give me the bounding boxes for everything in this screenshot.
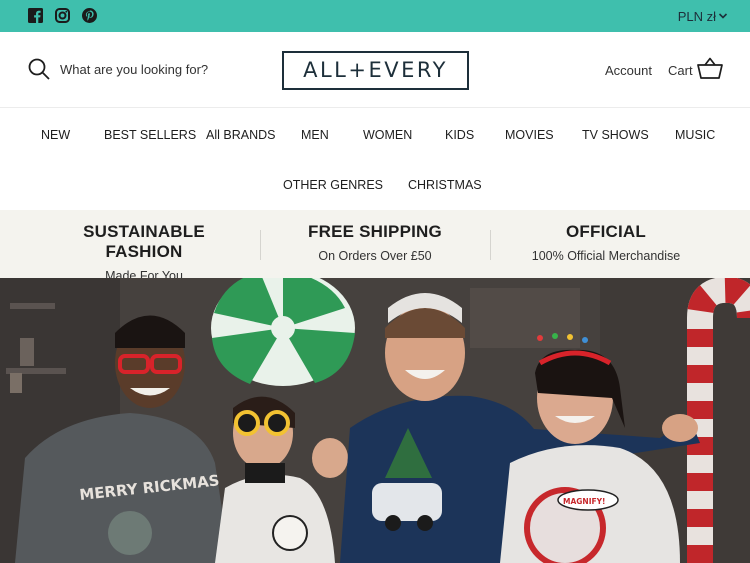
site-header: ALL+EVERY Account Cart	[0, 32, 750, 108]
nav-item-new[interactable]: NEW	[41, 128, 70, 142]
account-link[interactable]: Account	[605, 63, 652, 78]
instagram-icon[interactable]	[55, 8, 70, 23]
divider	[260, 230, 261, 260]
facebook-icon[interactable]	[28, 8, 43, 23]
chevron-down-icon[interactable]	[718, 11, 728, 21]
feature-subtitle: On Orders Over £50	[318, 249, 432, 263]
nav-item-all-brands[interactable]: All BRANDS	[206, 128, 275, 142]
nav-item-tv-shows[interactable]: TV SHOWS	[582, 128, 649, 142]
logo[interactable]: ALL+EVERY	[282, 51, 469, 90]
nav-item-other-genres[interactable]: OTHER GENRES	[283, 178, 383, 192]
features-strip: SUSTAINABLE FASHION Made For You FREE SH…	[0, 210, 750, 283]
svg-text:MAGNIFY!: MAGNIFY!	[563, 497, 605, 506]
feature-subtitle: 100% Official Merchandise	[531, 249, 681, 263]
divider	[490, 230, 491, 260]
nav-item-music[interactable]: MUSIC	[675, 128, 715, 142]
nav-item-women[interactable]: WOMEN	[363, 128, 412, 142]
hero-banner[interactable]: MERRY RICKMAS MAGNIFY!	[0, 278, 750, 563]
search-icon[interactable]	[28, 58, 50, 80]
feature-title: OFFICIAL	[566, 222, 646, 241]
nav-item-men[interactable]: MEN	[301, 128, 329, 142]
cart-link[interactable]: Cart	[668, 63, 693, 78]
pinterest-icon[interactable]	[82, 8, 97, 23]
feature-title: SUSTAINABLE FASHION	[83, 222, 205, 261]
currency-selector[interactable]: PLN zł	[678, 9, 716, 24]
top-bar: PLN zł	[0, 0, 750, 32]
main-nav: NEW BEST SELLERS All BRANDS MEN WOMEN KI…	[0, 108, 750, 210]
feature-sustainable: SUSTAINABLE FASHION Made For You	[44, 222, 244, 283]
nav-item-christmas[interactable]: CHRISTMAS	[408, 178, 482, 192]
hero-image: MERRY RICKMAS MAGNIFY!	[0, 278, 750, 563]
cart-icon[interactable]	[697, 57, 723, 79]
nav-item-best-sellers[interactable]: BEST SELLERS	[104, 128, 196, 142]
feature-shipping: FREE SHIPPING On Orders Over £50	[290, 222, 460, 263]
feature-official: OFFICIAL 100% Official Merchandise	[521, 222, 691, 263]
feature-title: FREE SHIPPING	[308, 222, 442, 241]
nav-item-kids[interactable]: KIDS	[445, 128, 474, 142]
search-input[interactable]	[60, 60, 260, 78]
nav-item-movies[interactable]: MOVIES	[505, 128, 554, 142]
